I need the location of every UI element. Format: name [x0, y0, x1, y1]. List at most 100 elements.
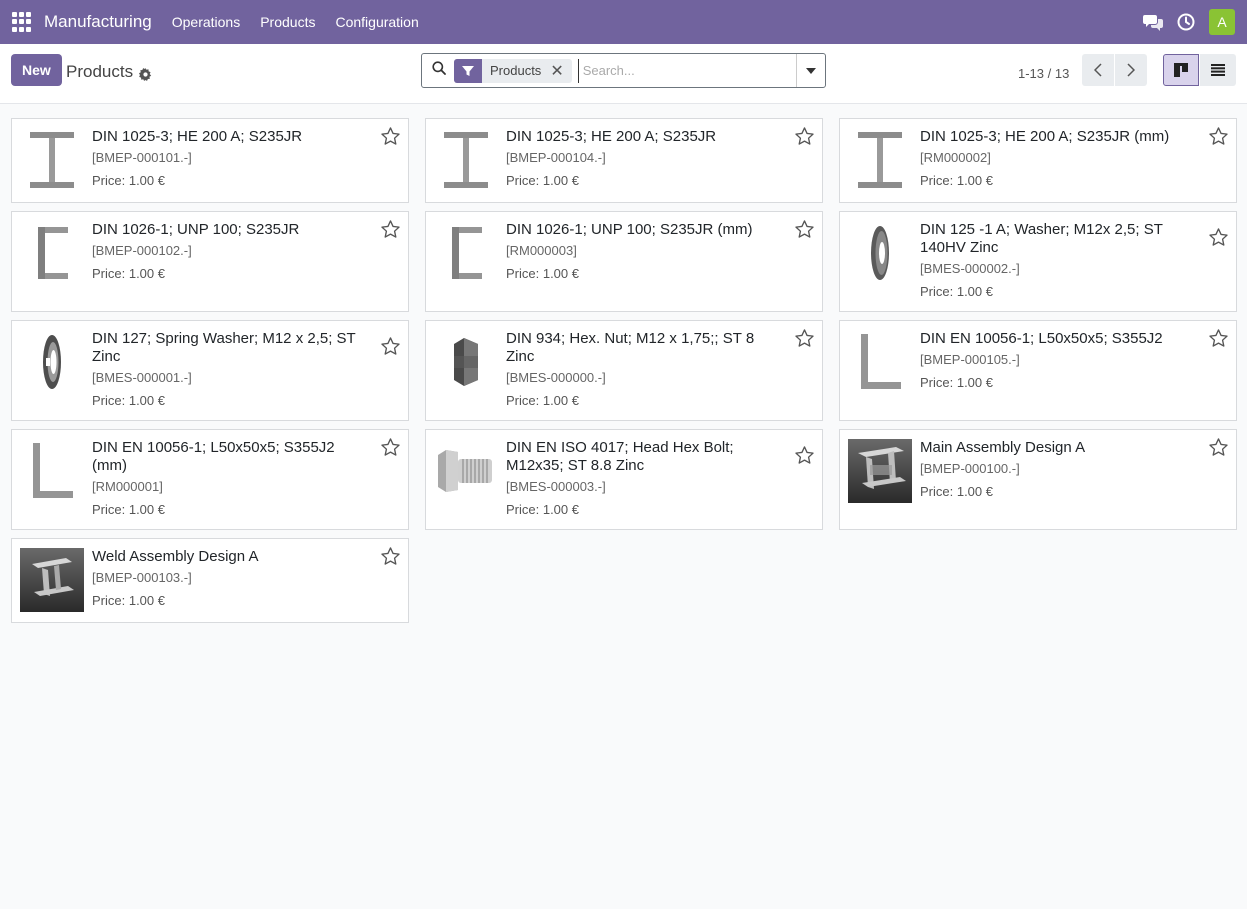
u-channel-icon	[434, 221, 498, 285]
search-input[interactable]	[577, 58, 796, 83]
close-icon[interactable]: ✕	[550, 61, 571, 81]
search-bar: Products ✕	[421, 53, 826, 88]
product-name: DIN 1026-1; UNP 100; S235JR (mm)	[506, 221, 753, 238]
product-price: Price: 1.00 €	[920, 375, 993, 390]
user-avatar[interactable]: A	[1209, 9, 1235, 35]
hex-bolt-icon	[434, 439, 498, 503]
product-ref: [BMEP-000100.-]	[920, 461, 1020, 476]
star-icon[interactable]	[381, 127, 400, 145]
star-icon[interactable]	[795, 329, 814, 347]
top-navbar: Manufacturing Operations Products Config…	[0, 0, 1247, 44]
product-name: Main Assembly Design A	[920, 439, 1086, 456]
product-ref: [BMES-000000.-]	[506, 370, 606, 385]
product-name: DIN EN 10056-1; L50x50x5; S355J2 (mm)	[92, 439, 335, 474]
product-price: Price: 1.00 €	[920, 173, 993, 188]
product-ref: [BMEP-000101.-]	[92, 150, 192, 165]
chevron-right-icon	[1127, 63, 1135, 77]
app-menu-grid-icon[interactable]	[12, 12, 32, 32]
product-name: DIN 1025-3; HE 200 A; S235JR (mm)	[920, 128, 1170, 145]
app-brand[interactable]: Manufacturing	[44, 12, 152, 32]
product-card[interactable]: Main Assembly Design A [BMEP-000100.-] P…	[839, 429, 1237, 530]
kanban-icon	[1174, 63, 1188, 77]
chat-icon[interactable]	[1143, 13, 1163, 31]
product-ref: [RM000002]	[920, 150, 991, 165]
star-icon[interactable]	[381, 337, 400, 355]
caret-down-icon	[806, 67, 816, 74]
list-view-button[interactable]	[1200, 54, 1236, 86]
star-icon[interactable]	[795, 220, 814, 238]
pager-value[interactable]: 1-13 / 13	[1018, 66, 1069, 81]
i-beam-icon	[848, 128, 912, 192]
product-ref: [RM000003]	[506, 243, 577, 258]
hex-nut-icon	[434, 330, 498, 394]
facet-label: Products	[490, 63, 542, 78]
nav-item-operations[interactable]: Operations	[172, 14, 240, 30]
product-card[interactable]: DIN 125 -1 A; Washer; M12x 2,5; ST 140HV…	[839, 211, 1237, 312]
product-ref: [BMEP-000105.-]	[920, 352, 1020, 367]
product-price: Price: 1.00 €	[920, 284, 993, 299]
product-price: Price: 1.00 €	[92, 593, 165, 608]
star-icon[interactable]	[1209, 127, 1228, 145]
product-ref: [BMEP-000102.-]	[92, 243, 192, 258]
page-title: Products	[66, 62, 134, 81]
search-options-toggle[interactable]	[796, 54, 825, 87]
product-card[interactable]: DIN EN ISO 4017; Head Hex Bolt; M12x35; …	[425, 429, 823, 530]
product-name: DIN 127; Spring Washer; M12 x 2,5; ST Zi…	[92, 330, 356, 365]
weld-assembly-icon	[20, 548, 84, 612]
angle-profile-icon	[20, 439, 84, 503]
product-price: Price: 1.00 €	[92, 502, 165, 517]
product-ref: [RM000001]	[92, 479, 163, 494]
product-card[interactable]: DIN 1026-1; UNP 100; S235JR (mm) [RM0000…	[425, 211, 823, 312]
product-card[interactable]: DIN 1025-3; HE 200 A; S235JR [BMEP-00010…	[425, 118, 823, 203]
breadcrumb: Products	[66, 62, 152, 82]
star-icon[interactable]	[795, 446, 814, 464]
gear-icon[interactable]	[139, 66, 152, 81]
product-card[interactable]: DIN EN 10056-1; L50x50x5; S355J2 (mm) [R…	[11, 429, 409, 530]
nav-item-products[interactable]: Products	[260, 14, 315, 30]
angle-profile-icon	[848, 330, 912, 394]
product-name: DIN 125 -1 A; Washer; M12x 2,5; ST 140HV…	[920, 221, 1163, 256]
star-icon[interactable]	[381, 547, 400, 565]
pager-next-button[interactable]	[1115, 54, 1147, 86]
star-icon[interactable]	[1209, 329, 1228, 347]
nav-menu: Operations Products Configuration	[172, 14, 419, 30]
control-panel: New Products Products ✕ 1-13 / 13	[0, 44, 1247, 104]
product-price: Price: 1.00 €	[92, 393, 165, 408]
product-name: DIN 1026-1; UNP 100; S235JR	[92, 221, 300, 238]
product-ref: [BMEP-000103.-]	[92, 570, 192, 585]
product-card[interactable]: DIN 1025-3; HE 200 A; S235JR [BMEP-00010…	[11, 118, 409, 203]
search-icon	[432, 61, 446, 80]
assembly-render-icon	[848, 439, 912, 503]
product-card[interactable]: DIN 127; Spring Washer; M12 x 2,5; ST Zi…	[11, 320, 409, 421]
star-icon[interactable]	[381, 220, 400, 238]
kanban-view-button[interactable]	[1163, 54, 1199, 86]
pager-previous-button[interactable]	[1082, 54, 1114, 86]
star-icon[interactable]	[1209, 228, 1228, 246]
product-name: Weld Assembly Design A	[92, 548, 259, 565]
product-card[interactable]: Weld Assembly Design A [BMEP-000103.-] P…	[11, 538, 409, 623]
product-name: DIN 1025-3; HE 200 A; S235JR	[506, 128, 717, 145]
star-icon[interactable]	[1209, 438, 1228, 456]
list-icon	[1211, 64, 1225, 76]
product-card[interactable]: DIN 1026-1; UNP 100; S235JR [BMEP-000102…	[11, 211, 409, 312]
product-price: Price: 1.00 €	[920, 484, 993, 499]
nav-item-configuration[interactable]: Configuration	[335, 14, 418, 30]
new-button[interactable]: New	[11, 54, 62, 86]
product-ref: [BMEP-000104.-]	[506, 150, 606, 165]
activity-clock-icon[interactable]	[1177, 13, 1195, 31]
star-icon[interactable]	[381, 438, 400, 456]
spring-washer-icon	[20, 330, 84, 394]
product-ref: [BMES-000001.-]	[92, 370, 192, 385]
chevron-left-icon	[1094, 63, 1102, 77]
product-price: Price: 1.00 €	[506, 266, 579, 281]
product-card[interactable]: DIN 934; Hex. Nut; M12 x 1,75;; ST 8 Zin…	[425, 320, 823, 421]
product-name: DIN 1025-3; HE 200 A; S235JR	[92, 128, 303, 145]
washer-icon	[848, 221, 912, 285]
star-icon[interactable]	[795, 127, 814, 145]
product-name: DIN EN 10056-1; L50x50x5; S355J2	[920, 330, 1163, 347]
product-price: Price: 1.00 €	[506, 173, 579, 188]
i-beam-icon	[434, 128, 498, 192]
i-beam-icon	[20, 128, 84, 192]
product-card[interactable]: DIN 1025-3; HE 200 A; S235JR (mm) [RM000…	[839, 118, 1237, 203]
product-card[interactable]: DIN EN 10056-1; L50x50x5; S355J2 [BMEP-0…	[839, 320, 1237, 421]
